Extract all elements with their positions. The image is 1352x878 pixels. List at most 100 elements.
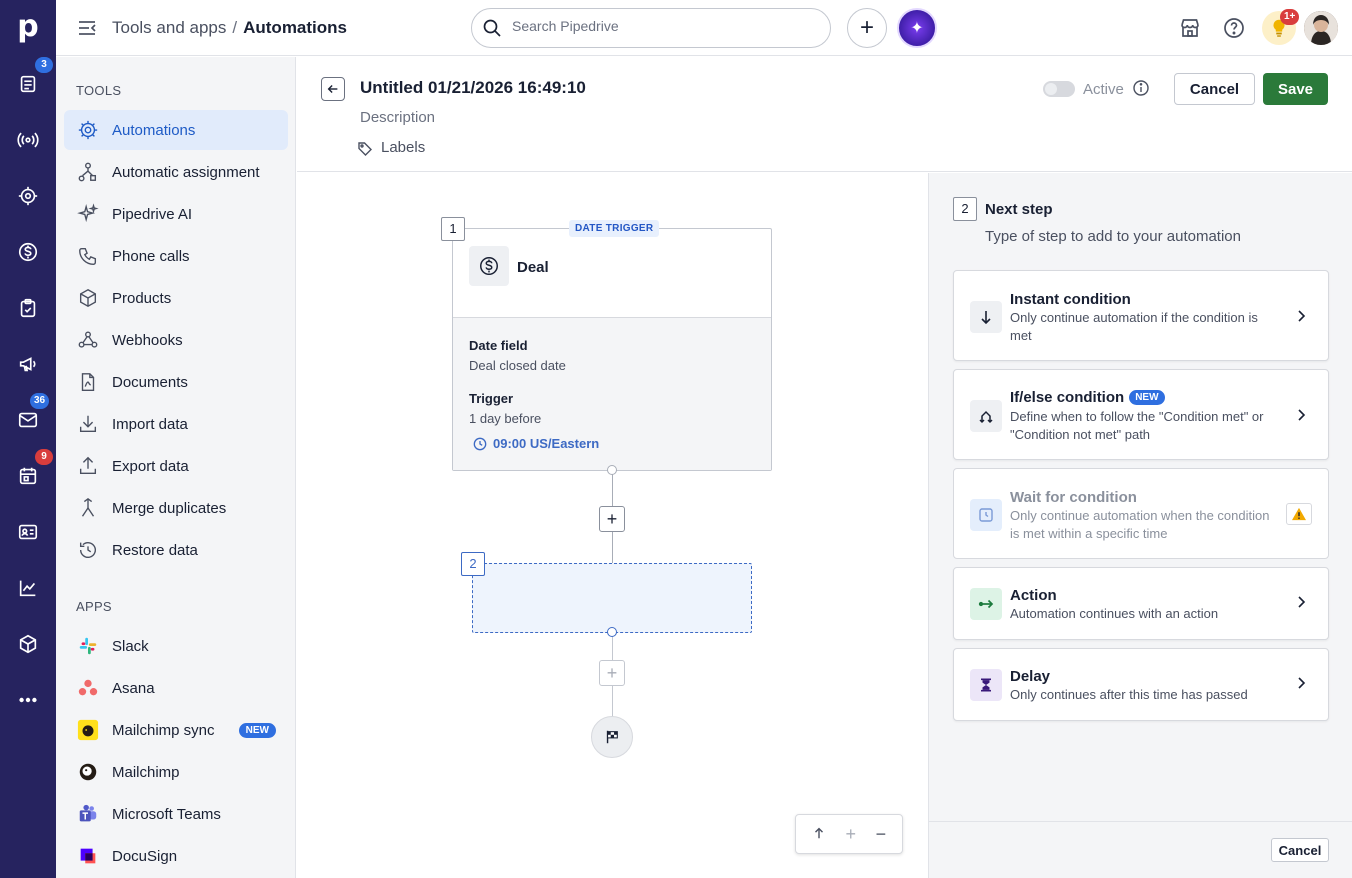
option-title: Wait for condition — [1010, 489, 1137, 506]
collapse-menu-icon[interactable] — [76, 17, 98, 39]
sidebar-item-products[interactable]: Products — [64, 278, 288, 318]
contacts-card-icon[interactable] — [14, 518, 42, 546]
help-icon[interactable] — [1222, 16, 1246, 40]
breadcrumb-separator: / — [232, 18, 238, 37]
clock-icon — [970, 499, 1002, 531]
automation-title[interactable]: Untitled 01/21/2026 16:49:10 — [360, 78, 586, 98]
back-button[interactable] — [321, 77, 345, 101]
sidebar-item-microsoft-teams[interactable]: Microsoft Teams — [64, 794, 288, 834]
deal-dollar-icon — [469, 246, 509, 286]
sidebar-item-export-data[interactable]: Export data — [64, 446, 288, 486]
marketplace-store-icon[interactable] — [1178, 16, 1202, 40]
workflow-canvas[interactable]: Deal Date field Deal closed date Trigger… — [297, 173, 927, 878]
breadcrumb-parent[interactable]: Tools and apps — [112, 18, 226, 37]
insights-chart-icon[interactable] — [14, 574, 42, 602]
tools-sidebar: TOOLS Automations Automatic assignment P… — [56, 57, 296, 878]
sidebar-item-webhooks[interactable]: Webhooks — [64, 320, 288, 360]
automations-icon — [76, 118, 100, 142]
target-icon[interactable] — [14, 182, 42, 210]
pipedrive-logo[interactable]: p — [12, 10, 44, 44]
sidebar-item-label: Mailchimp — [112, 763, 180, 781]
branch-icon — [970, 400, 1002, 432]
fit-up-arrow-icon[interactable] — [812, 824, 826, 845]
search-box[interactable] — [471, 8, 831, 48]
breadcrumb: Tools and apps / Automations — [112, 18, 347, 38]
panel-cancel-button[interactable]: Cancel — [1271, 838, 1329, 862]
panel-subtitle: Type of step to add to your automation — [985, 228, 1241, 245]
trigger-entity: Deal — [517, 259, 549, 276]
option-delay[interactable]: Delay Only continues after this time has… — [953, 648, 1329, 721]
trigger-label: Trigger — [469, 391, 514, 406]
chevron-right-icon — [1298, 409, 1306, 421]
trigger-card[interactable]: Deal Date field Deal closed date Trigger… — [452, 228, 772, 471]
warning-icon[interactable] — [1286, 503, 1312, 525]
zoom-in-icon[interactable]: + — [845, 824, 856, 845]
sidebar-item-restore-data[interactable]: Restore data — [64, 530, 288, 570]
document-icon — [76, 370, 100, 394]
end-flag-icon — [591, 716, 633, 758]
nav-rail: p 3 36 9 — [0, 0, 56, 878]
products-box-icon[interactable] — [14, 630, 42, 658]
sidebar-item-automations[interactable]: Automations — [64, 110, 288, 150]
new-step-placeholder[interactable] — [472, 563, 752, 633]
date-field-label: Date field — [469, 338, 528, 353]
webhook-icon — [76, 328, 100, 352]
user-avatar[interactable] — [1304, 11, 1338, 45]
zoom-out-icon[interactable]: − — [876, 824, 887, 845]
option-action[interactable]: Action Automation continues with an acti… — [953, 567, 1329, 640]
search-input[interactable] — [512, 18, 812, 34]
tasks-clipboard-icon[interactable] — [14, 294, 42, 322]
add-step-button[interactable]: + — [599, 660, 625, 686]
search-icon — [483, 19, 501, 37]
connector-dot — [607, 465, 617, 475]
sidebar-item-mailchimp-sync[interactable]: Mailchimp sync NEW — [64, 710, 288, 750]
option-title: Delay — [1010, 668, 1051, 685]
calendar-icon[interactable] — [14, 462, 42, 490]
top-bar: Tools and apps / Automations + ✦ 1+ — [56, 0, 1352, 56]
sidebar-item-import-data[interactable]: Import data — [64, 404, 288, 444]
sidebar-item-label: Pipedrive AI — [112, 205, 193, 223]
sidebar-item-label: Restore data — [112, 541, 198, 559]
box-icon — [76, 286, 100, 310]
sidebar-item-label: Asana — [112, 679, 155, 697]
trigger-value: 1 day before — [469, 411, 542, 426]
sidebar-item-label: Automations — [112, 121, 196, 139]
broadcast-icon[interactable] — [14, 126, 42, 154]
trigger-time: 09:00 US/Eastern — [473, 436, 599, 451]
ai-assistant-button[interactable]: ✦ — [897, 8, 937, 48]
assignment-icon — [76, 160, 100, 184]
active-toggle[interactable] — [1043, 81, 1075, 97]
sidebar-item-asana[interactable]: Asana — [64, 668, 288, 708]
sidebar-item-label: Export data — [112, 457, 189, 475]
sidebar-item-documents[interactable]: Documents — [64, 362, 288, 402]
option-title-text: If/else condition — [1010, 389, 1125, 406]
mail-icon[interactable] — [14, 406, 42, 434]
deals-dollar-icon[interactable] — [14, 238, 42, 266]
sidebar-item-slack[interactable]: Slack — [64, 626, 288, 666]
quick-add-button[interactable]: + — [847, 8, 887, 48]
sidebar-item-mailchimp[interactable]: Mailchimp — [64, 752, 288, 792]
sidebar-item-label: Webhooks — [112, 331, 183, 349]
sidebar-item-merge-duplicates[interactable]: Merge duplicates — [64, 488, 288, 528]
campaigns-megaphone-icon[interactable] — [14, 350, 42, 378]
sidebar-item-label: DocuSign — [112, 847, 178, 865]
description-field[interactable]: Description — [360, 109, 435, 126]
sidebar-item-pipedrive-ai[interactable]: Pipedrive AI — [64, 194, 288, 234]
asana-icon — [76, 676, 100, 700]
leads-icon[interactable] — [14, 70, 42, 98]
sidebar-item-docusign[interactable]: DocuSign — [64, 836, 288, 876]
sidebar-item-label: Slack — [112, 637, 149, 655]
sidebar-item-phone-calls[interactable]: Phone calls — [64, 236, 288, 276]
cancel-button[interactable]: Cancel — [1174, 73, 1255, 105]
option-instant-condition[interactable]: Instant condition Only continue automati… — [953, 270, 1329, 361]
add-step-button[interactable]: + — [599, 506, 625, 532]
connector-dot — [607, 627, 617, 637]
labels-label: Labels — [381, 139, 426, 156]
option-if-else-condition[interactable]: If/else condition NEW Define when to fol… — [953, 369, 1329, 460]
labels-button[interactable]: Labels — [357, 139, 425, 156]
info-icon[interactable] — [1132, 79, 1150, 97]
sidebar-item-automatic-assignment[interactable]: Automatic assignment — [64, 152, 288, 192]
sidebar-item-label: Mailchimp sync — [112, 721, 215, 739]
save-button[interactable]: Save — [1263, 73, 1328, 105]
more-icon[interactable] — [14, 686, 42, 714]
